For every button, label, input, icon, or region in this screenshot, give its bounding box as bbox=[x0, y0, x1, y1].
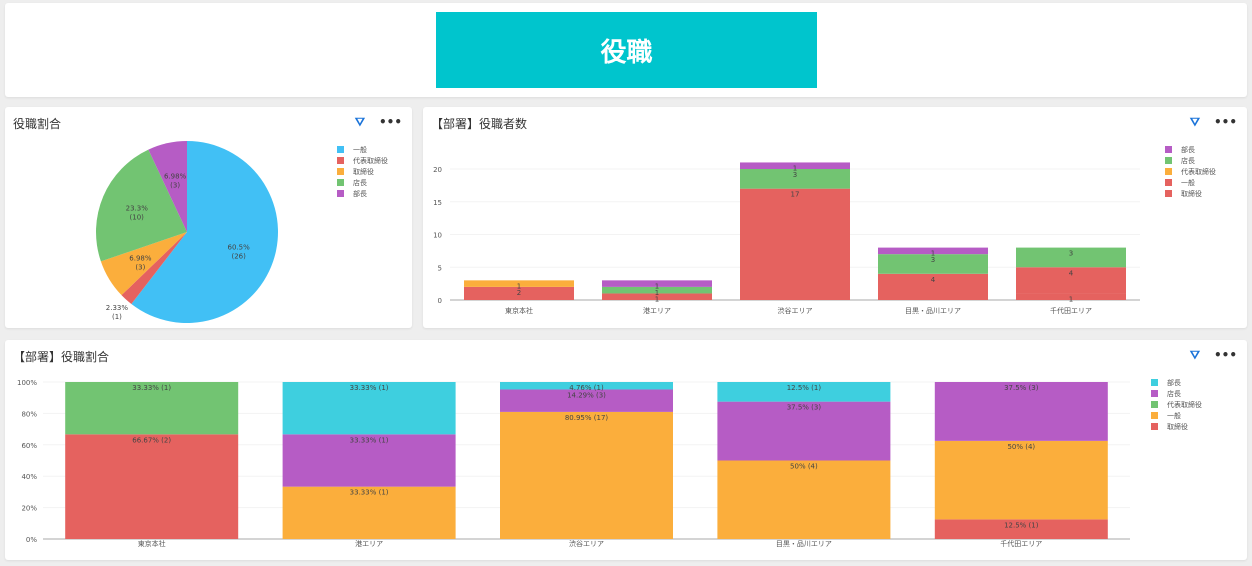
y-tick-label: 40% bbox=[21, 473, 37, 481]
dashboard-title-banner: 役職 bbox=[436, 12, 817, 88]
x-tick-label: 目黒・品川エリア bbox=[776, 540, 832, 548]
header-panel: 役職 bbox=[5, 3, 1247, 97]
y-tick-label: 20 bbox=[433, 166, 442, 174]
bar-panel: 【部署】役職者数 ⛛ ••• 0 5 10 15 20 2 1 東京本社 1 1 1 港エリア 17 3 1 渋… bbox=[423, 107, 1247, 328]
legend-label: 取締役 bbox=[1181, 189, 1202, 198]
data-label: 33.33% (1) bbox=[132, 384, 171, 392]
legend-swatch bbox=[337, 146, 344, 153]
data-label: 60.5% bbox=[228, 244, 251, 252]
data-label: 14.29% (3) bbox=[567, 391, 606, 399]
legend-label: 代表取締役 bbox=[1181, 167, 1216, 176]
y-tick-label: 80% bbox=[21, 410, 37, 418]
pie-panel: 役職割合 ⛛ ••• 60.5% (26) 2.33% (1) 6.98% (3) 23.3%… bbox=[5, 107, 412, 328]
legend-label: 一般 bbox=[353, 145, 367, 154]
x-tick-label: 目黒・品川エリア bbox=[905, 307, 961, 315]
x-tick-label: 東京本社 bbox=[138, 539, 166, 548]
legend-label: 店長 bbox=[1167, 389, 1181, 398]
bar-segment bbox=[934, 440, 1108, 520]
data-label: 50% (4) bbox=[1007, 443, 1035, 451]
data-label: 12.5% (1) bbox=[787, 384, 822, 392]
legend-swatch bbox=[1165, 168, 1172, 175]
legend-label: 部長 bbox=[1181, 145, 1195, 154]
legend-label: 一般 bbox=[1167, 411, 1181, 420]
legend-label: 一般 bbox=[1181, 178, 1195, 187]
x-tick-label: 港エリア bbox=[643, 306, 671, 315]
legend-swatch bbox=[337, 157, 344, 164]
data-label: 1 bbox=[655, 282, 659, 290]
y-tick-label: 60% bbox=[21, 442, 37, 450]
y-tick-label: 10 bbox=[433, 232, 442, 240]
data-label: 4 bbox=[931, 276, 936, 284]
legend-swatch bbox=[337, 190, 344, 197]
data-label: 6.98% bbox=[164, 173, 187, 181]
data-label: (26) bbox=[231, 253, 246, 261]
data-label: (1) bbox=[112, 313, 122, 321]
data-label: 1 bbox=[931, 250, 935, 258]
y-tick-label: 100% bbox=[17, 379, 37, 387]
x-tick-label: 千代田エリア bbox=[1050, 306, 1092, 315]
legend-label: 取締役 bbox=[1167, 422, 1188, 431]
data-label: 12.5% (1) bbox=[1004, 521, 1039, 529]
y-tick-label: 0% bbox=[26, 536, 37, 544]
legend-label: 店長 bbox=[353, 178, 367, 187]
legend-swatch bbox=[337, 179, 344, 186]
percent-stacked-bar-chart: 0% 20% 40% 60% 80% 100% 66.67% (2) 33.33% (1) 東京… bbox=[17, 378, 1202, 548]
x-tick-label: 渋谷エリア bbox=[778, 306, 813, 315]
pie-chart: 60.5%(26)2.33%(1)6.98%(3)23.3%(10)6.98%(… bbox=[96, 141, 388, 323]
bar-segment bbox=[500, 411, 673, 539]
y-tick-label: 5 bbox=[438, 264, 442, 272]
data-label: 1 bbox=[1069, 295, 1073, 303]
legend-swatch bbox=[337, 168, 344, 175]
legend-label: 部長 bbox=[1167, 378, 1181, 387]
data-label: (3) bbox=[135, 263, 145, 271]
data-label: 80.95% (17) bbox=[565, 414, 609, 422]
x-tick-label: 港エリア bbox=[355, 539, 383, 548]
bar-segment bbox=[740, 188, 850, 300]
legend-swatch bbox=[1151, 379, 1158, 386]
y-tick-label: 20% bbox=[21, 505, 37, 513]
stacked-bar-chart: 0510152021東京本社111港エリア1731渋谷エリア431目黒・品川エリ… bbox=[433, 145, 1216, 315]
data-label: 4 bbox=[1069, 269, 1074, 277]
data-label: 4.76% (1) bbox=[569, 384, 604, 392]
legend-swatch bbox=[1165, 179, 1172, 186]
data-label: 33.33% (1) bbox=[350, 436, 389, 444]
data-label: 6.98% bbox=[129, 254, 152, 262]
legend-swatch bbox=[1151, 412, 1158, 419]
y-tick-label: 15 bbox=[433, 199, 442, 207]
x-tick-label: 東京本社 bbox=[505, 306, 533, 315]
data-label: 17 bbox=[791, 191, 800, 199]
data-label: (10) bbox=[130, 214, 145, 222]
x-tick-label: 渋谷エリア bbox=[569, 539, 604, 548]
y-tick-label: 0 bbox=[438, 297, 442, 305]
legend-swatch bbox=[1151, 401, 1158, 408]
data-label: 37.5% (3) bbox=[1004, 384, 1039, 392]
data-label: 2.33% bbox=[106, 304, 129, 312]
legend-swatch bbox=[1151, 423, 1158, 430]
data-label: (3) bbox=[170, 182, 180, 190]
legend-swatch bbox=[1165, 146, 1172, 153]
data-label: 23.3% bbox=[126, 205, 149, 213]
x-tick-label: 千代田エリア bbox=[1000, 539, 1042, 548]
legend-label: 取締役 bbox=[353, 167, 374, 176]
bar-segment bbox=[65, 434, 239, 539]
data-label: 33.33% (1) bbox=[350, 384, 389, 392]
data-label: 50% (4) bbox=[790, 463, 818, 471]
legend-swatch bbox=[1165, 157, 1172, 164]
data-label: 33.33% (1) bbox=[350, 489, 389, 497]
percent-bar-panel: 【部署】役職割合 ⛛ ••• 0% 20% 40% 60% 80% 100% 66.67% (… bbox=[5, 340, 1247, 560]
data-label: 37.5% (3) bbox=[787, 404, 822, 412]
legend-swatch bbox=[1165, 190, 1172, 197]
data-label: 66.67% (2) bbox=[132, 436, 171, 444]
legend-label: 代表取締役 bbox=[1167, 400, 1202, 409]
legend-label: 代表取締役 bbox=[353, 156, 388, 165]
legend-swatch bbox=[1151, 390, 1158, 397]
data-label: 1 bbox=[517, 282, 521, 290]
bar-segment bbox=[717, 460, 891, 539]
data-label: 3 bbox=[1069, 250, 1073, 258]
legend-label: 店長 bbox=[1181, 156, 1195, 165]
data-label: 1 bbox=[793, 164, 797, 172]
legend-label: 部長 bbox=[353, 189, 367, 198]
